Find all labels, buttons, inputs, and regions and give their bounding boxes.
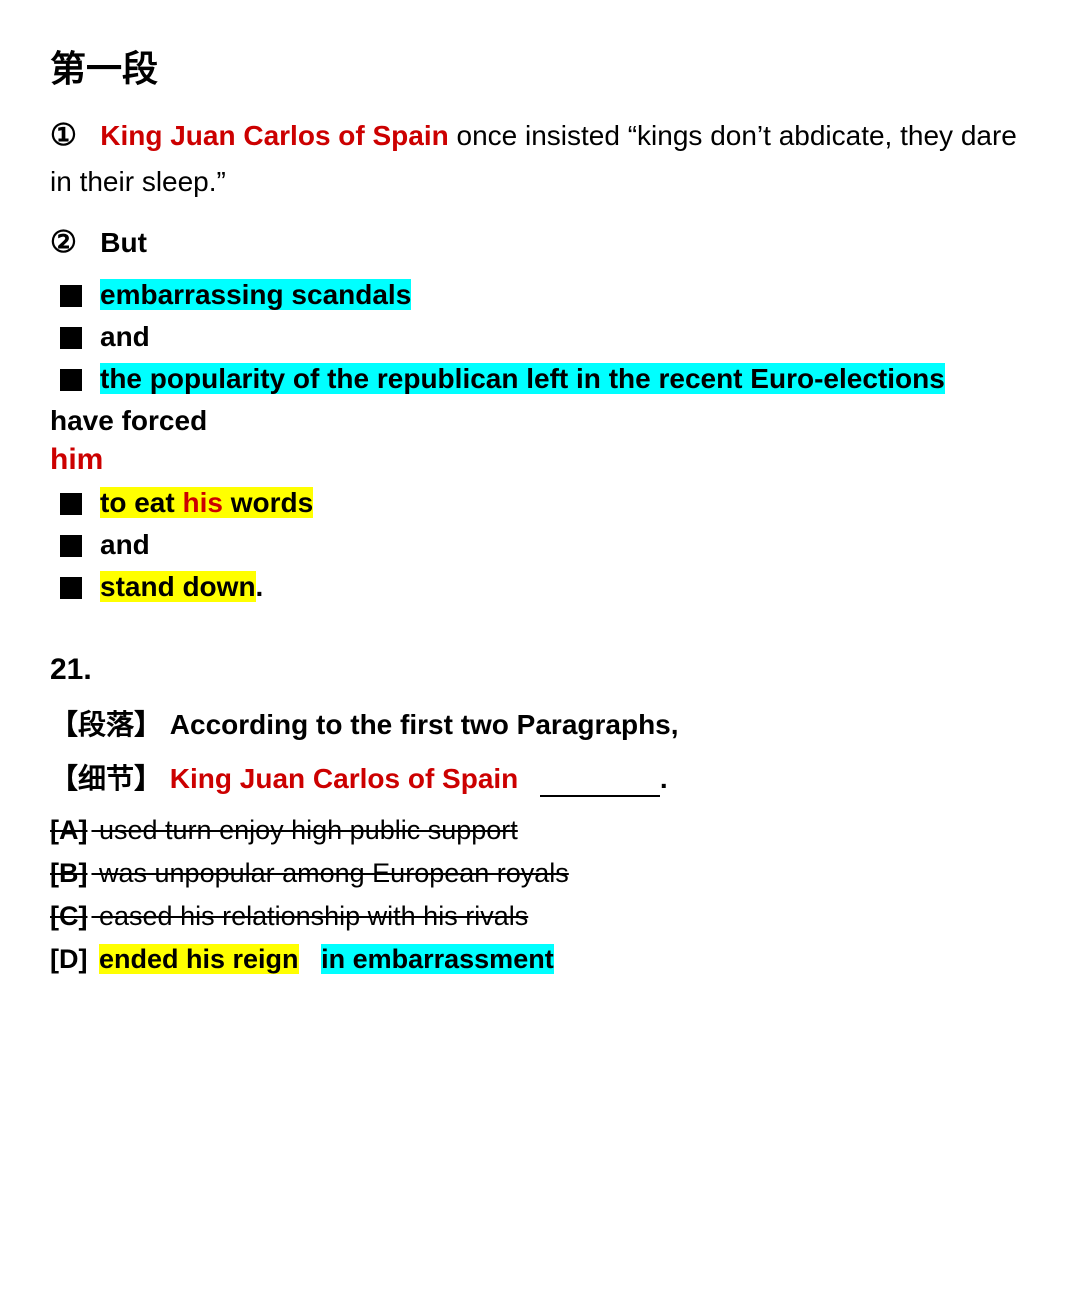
question-number: 21. (50, 653, 1030, 687)
popularity-text: the popularity of the republican left in… (100, 363, 945, 394)
words-suffix: words (223, 487, 313, 518)
bullet-square-4 (60, 493, 82, 515)
bullet-square-3 (60, 369, 82, 391)
bullet-item-5: and (60, 529, 1030, 561)
bullet-text-2: and (100, 321, 150, 353)
bullet-text-6: stand down. (100, 571, 263, 603)
danluo-text: According to the first two Paragraphs, (170, 709, 679, 740)
stand-down-period: . (256, 571, 264, 602)
circle-num-1: ① (50, 119, 77, 152)
xijie-blank: . (526, 763, 668, 794)
option-B: [B] was unpopular among European royals (50, 858, 1030, 889)
bullet-square-1 (60, 285, 82, 307)
option-D-yellow: ended his reign (99, 944, 299, 974)
option-D-cyan: in embarrassment (321, 944, 554, 974)
xijie-red-name: King Juan Carlos of Spain (170, 763, 518, 794)
option-A: [A] used turn enjoy high public support (50, 815, 1030, 846)
question-xijie: 【细节】 King Juan Carlos of Spain . (50, 757, 1030, 797)
option-D: [D] ended his reign in embarrassment (50, 944, 1030, 975)
to-eat-prefix: to eat (100, 487, 182, 518)
option-D-label: [D] (50, 944, 87, 974)
paragraph-2: ② But (50, 219, 1030, 267)
bullet-square-5 (60, 535, 82, 557)
king-juan-carlos-text: King Juan Carlos of Spain (100, 120, 448, 151)
option-C-label: [C] (50, 901, 87, 931)
circle-num-2: ② (50, 226, 77, 259)
bullet-text-5: and (100, 529, 150, 561)
xijie-label: 【细节】 (50, 763, 162, 794)
option-B-label: [B] (50, 858, 87, 888)
bullet-text-1: embarrassing scandals (100, 279, 411, 311)
bullet-square-2 (60, 327, 82, 349)
have-forced-text: have forced (50, 405, 1030, 437)
question-danluo: 【段落】 According to the first two Paragrap… (50, 703, 1030, 743)
bullet-text-4: to eat his words (100, 487, 313, 519)
bullet-text-3: the popularity of the republican left in… (100, 363, 945, 395)
bullet-item-3: the popularity of the republican left in… (60, 363, 1030, 395)
option-C: [C] eased his relationship with his riva… (50, 901, 1030, 932)
bullet-item-2: and (60, 321, 1030, 353)
him-text: him (50, 443, 1030, 477)
danluo-label: 【段落】 (50, 709, 162, 740)
option-B-text: was unpopular among European royals (99, 858, 569, 888)
option-A-text: used turn enjoy high public support (99, 815, 518, 845)
option-C-text: eased his relationship with his rivals (99, 901, 528, 931)
bullet-item-1: embarrassing scandals (60, 279, 1030, 311)
to-eat-words-yellow: to eat his words (100, 487, 313, 518)
section-title: 第一段 (50, 40, 1030, 92)
paragraph-1: ① King Juan Carlos of Spain once insiste… (50, 112, 1030, 205)
bullet-item-6: stand down. (60, 571, 1030, 603)
his-red: his (182, 487, 222, 518)
option-A-label: [A] (50, 815, 87, 845)
stand-down-yellow: stand down (100, 571, 256, 602)
bullet-square-6 (60, 577, 82, 599)
but-text: But (100, 227, 147, 258)
bullet-item-4: to eat his words (60, 487, 1030, 519)
blank-line (540, 795, 660, 797)
embarrassing-scandals: embarrassing scandals (100, 279, 411, 310)
